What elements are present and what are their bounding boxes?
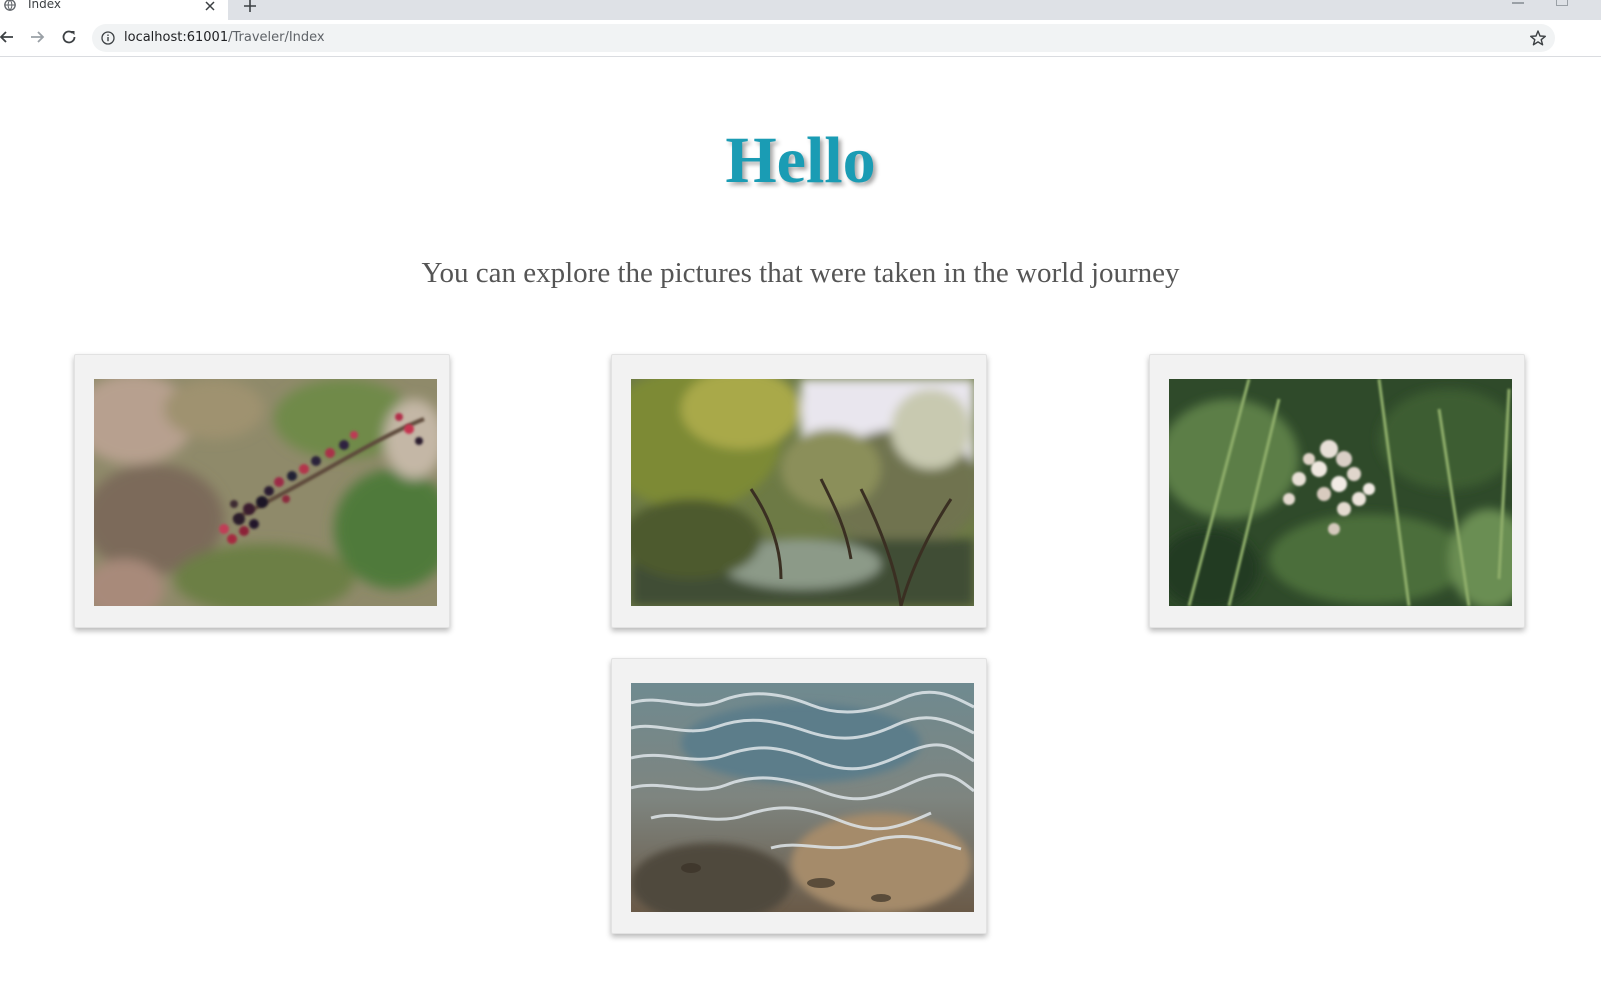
info-icon[interactable]	[101, 31, 115, 45]
page-content: Hello You can explore the pictures that …	[0, 57, 1601, 994]
white-wildflowers-photo	[1169, 379, 1512, 606]
rippling-water-photo	[631, 683, 974, 912]
globe-icon	[4, 0, 16, 11]
browser-tab-strip: Index	[0, 0, 1601, 20]
url-path: /Traveler/Index	[228, 30, 325, 45]
url-host: localhost:61001	[124, 30, 229, 45]
gallery-card[interactable]	[611, 354, 987, 628]
url-text[interactable]: localhost:61001/Traveler/Index	[124, 30, 325, 45]
tab-title: Index	[28, 0, 62, 11]
back-arrow-icon[interactable]	[0, 28, 16, 46]
bookmark-star-icon[interactable]	[1529, 29, 1547, 47]
browser-tab[interactable]: Index	[0, 0, 228, 20]
minimize-icon[interactable]	[1512, 2, 1524, 4]
reload-icon[interactable]	[60, 28, 78, 46]
address-bar[interactable]: localhost:61001/Traveler/Index	[92, 24, 1555, 52]
gallery-card[interactable]	[74, 354, 450, 628]
page-subtitle: You can explore the pictures that were t…	[421, 257, 1180, 289]
maximize-icon[interactable]	[1556, 0, 1568, 6]
browser-toolbar: localhost:61001/Traveler/Index	[0, 20, 1601, 57]
gallery-card[interactable]	[611, 658, 987, 934]
orchard-trees-photo	[631, 379, 974, 606]
forward-arrow-icon[interactable]	[28, 28, 46, 46]
page-title: Hello	[725, 124, 876, 197]
new-tab-icon[interactable]	[242, 0, 258, 14]
blackberries-photo	[94, 379, 437, 606]
close-icon[interactable]	[204, 0, 216, 12]
gallery-card[interactable]	[1149, 354, 1525, 628]
